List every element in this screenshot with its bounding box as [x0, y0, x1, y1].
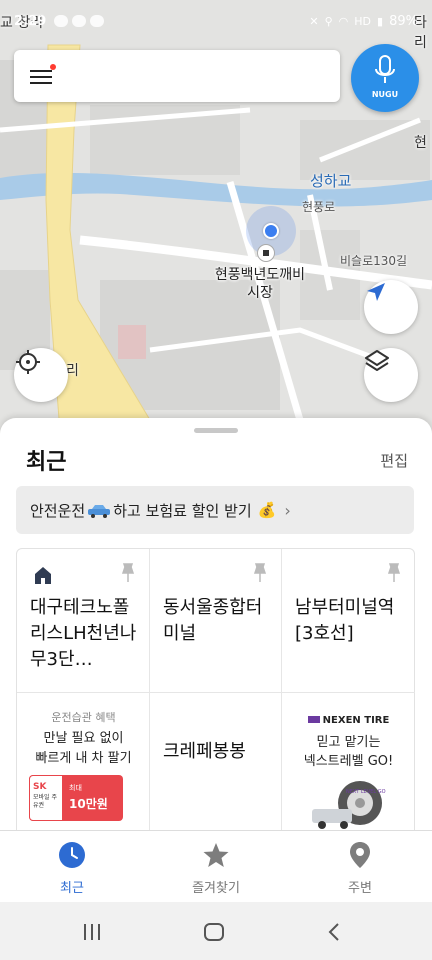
system-navigation-bar: [0, 902, 432, 960]
ad-text: 만날 필요 없이 빠르게 내 차 팔기: [17, 729, 150, 769]
home-icon: [35, 567, 51, 584]
layers-icon: [365, 350, 389, 371]
ad-car-sale[interactable]: 운전습관 혜택 만날 필요 없이 빠르게 내 차 팔기 SK 모바일 주유권 최…: [17, 693, 150, 830]
ad-badge: NEXT LEVEL GO: [346, 789, 386, 795]
ad-label: 운전습관 혜택: [51, 711, 116, 724]
tab-favorites[interactable]: 즐겨찾기: [144, 831, 288, 902]
map-label-right: 현: [414, 135, 427, 151]
ad-line1: 만날 필요 없이: [43, 731, 124, 746]
sheet-drag-handle[interactable]: [194, 428, 238, 433]
poi-label-line2: 시장: [247, 285, 273, 301]
map-label-side-road: 비슬로130길: [340, 254, 408, 268]
notification-icon: [90, 15, 105, 27]
nexen-logo-icon: [307, 716, 320, 723]
tab-label: 주변: [348, 881, 372, 896]
crosshair-icon: [16, 350, 40, 374]
wifi-icon: ◠: [338, 14, 349, 28]
sheet-title: 최근: [26, 450, 67, 475]
my-location-button[interactable]: [14, 348, 68, 402]
ad-line2: 넥스트레벨 GO!: [303, 754, 394, 769]
battery-level: 89%: [389, 13, 418, 29]
status-bar: 2:29 ✕ ⚲ ◠ HD ▮ 89%: [0, 0, 432, 42]
map-label-bridge: 성하교: [310, 172, 352, 190]
ad-brand-text: NEXEN TIRE: [322, 715, 390, 726]
poi-marker-icon[interactable]: [257, 244, 275, 262]
promo-text-before: 안전운전: [30, 501, 86, 520]
navigate-button[interactable]: [364, 280, 418, 334]
ad-brand: NEXEN TIRE: [282, 715, 415, 726]
poi-label-line1: 현풍백년도깨비: [214, 267, 306, 283]
status-time: 2:29: [14, 13, 47, 29]
mute-icon: ✕: [309, 14, 319, 28]
coupon-sub: 모바일 주유권: [33, 794, 57, 809]
ad-line1: 믿고 맡기는: [316, 735, 381, 750]
map-label-road: 현풍로: [302, 200, 336, 214]
chevron-right-icon: ›: [284, 500, 291, 520]
ad-line2: 빠르게 내 차 팔기: [35, 751, 132, 766]
coupon-brand: SK: [33, 782, 47, 792]
insurance-promo-banner[interactable]: 안전운전 하고 보험료 할인 받기 💰 ›: [16, 486, 414, 534]
back-button[interactable]: [326, 922, 342, 942]
place-name: 동서울종합터미널: [163, 597, 263, 644]
ad-nexen-tire[interactable]: NEXEN TIRE 믿고 맡기는 넥스트레벨 GO! NEXT LEVEL G…: [282, 693, 415, 830]
tab-label: 최근: [60, 881, 84, 896]
place-name: 남부터미널역[3호선]: [295, 597, 395, 644]
poi-label-market[interactable]: 현풍백년도깨비 시장: [200, 266, 320, 302]
edit-button[interactable]: 편집: [380, 450, 408, 471]
pin-icon[interactable]: [387, 563, 401, 583]
notification-icon: [54, 15, 69, 27]
fuel-coupon-image: SK 모바일 주유권 최대 10만원: [29, 775, 123, 821]
location-pin-icon: [350, 842, 370, 868]
recent-places-grid: 대구테크노폴리스LH천년나무3단… 동서울종합터미널 남부터미널역[3호선] 운…: [16, 548, 415, 830]
coupon-amount: 10만원: [69, 797, 108, 811]
tab-recent[interactable]: 최근: [0, 831, 144, 902]
hamburger-menu-icon[interactable]: [30, 64, 56, 88]
tire-ad-image: NEXT LEVEL GO: [312, 781, 386, 829]
signal-icon: ▮: [377, 14, 384, 28]
place-name: 크레페봉봉: [163, 741, 246, 762]
ad-text: 믿고 맡기는 넥스트레벨 GO!: [282, 733, 415, 771]
location-status-icon: ⚲: [324, 14, 333, 28]
recents-button[interactable]: [84, 924, 102, 940]
tab-label: 즐겨찾기: [192, 881, 240, 896]
star-icon: [203, 843, 229, 867]
pin-icon[interactable]: [253, 563, 267, 583]
recent-place-item[interactable]: 동서울종합터미널: [150, 549, 282, 693]
recent-bottom-sheet: 최근 편집 안전운전 하고 보험료 할인 받기 💰 › 대구테크노폴리스LH천년…: [0, 418, 432, 830]
coupon-max: 최대: [69, 784, 82, 792]
recent-place-item[interactable]: 남부터미널역[3호선]: [282, 549, 415, 693]
money-bag-icon: 💰: [257, 501, 277, 519]
map-view[interactable]: 성하교 현풍로 비슬로130길 교 창리 타리 현 리 현풍백년도깨비 시장 N…: [0, 0, 432, 432]
recent-place-home[interactable]: 대구테크노폴리스LH천년나무3단…: [17, 549, 150, 693]
nugu-label: NUGU: [371, 90, 399, 99]
clock-icon: [59, 842, 85, 868]
navigation-arrow-icon: [367, 283, 385, 301]
network-type: HD: [354, 14, 372, 28]
notification-icon: [72, 15, 87, 27]
map-layers-button[interactable]: [364, 348, 418, 402]
search-bar[interactable]: [14, 50, 340, 102]
microphone-icon: [375, 55, 395, 83]
tab-nearby[interactable]: 주변: [288, 831, 432, 902]
bottom-navigation: 최근 즐겨찾기 주변: [0, 830, 432, 902]
recent-place-item[interactable]: 크레페봉봉: [150, 693, 282, 830]
car-icon: [88, 505, 111, 518]
promo-text-after: 하고 보험료 할인 받기: [113, 501, 252, 520]
place-name: 대구테크노폴리스LH천년나무3단…: [30, 597, 137, 670]
pin-icon[interactable]: [121, 563, 135, 583]
notification-dot: [50, 64, 56, 70]
nugu-voice-button[interactable]: NUGU: [351, 44, 419, 112]
home-button[interactable]: [204, 923, 224, 941]
